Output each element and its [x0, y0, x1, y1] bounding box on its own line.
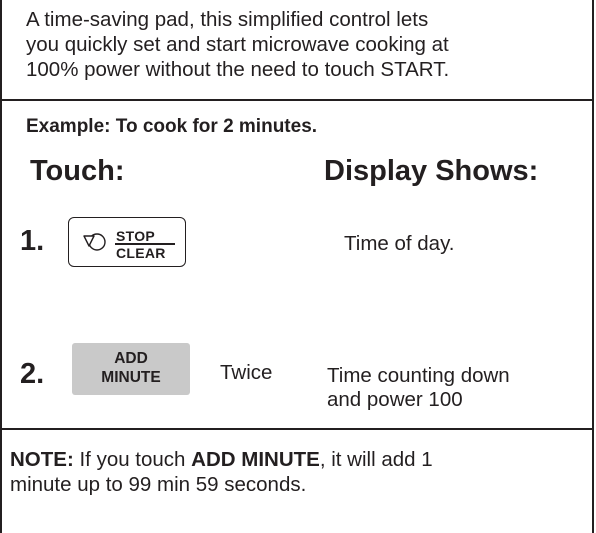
- note-paragraph: NOTE: If you touch ADD MINUTE, it will a…: [10, 447, 433, 497]
- divider-bottom: [0, 428, 594, 430]
- note-text: If you touch: [73, 448, 192, 471]
- stop-clear-icon: [83, 233, 106, 251]
- example-heading: Example: To cook for 2 minutes.: [26, 116, 318, 137]
- display-line: and power 100: [327, 388, 463, 411]
- intro-line: you quickly set and start microwave cook…: [26, 33, 449, 56]
- display-time-of-day: Time of day.: [344, 232, 455, 255]
- intro-line: A time-saving pad, this simplified contr…: [26, 8, 429, 31]
- add-minute-button[interactable]: ADD MINUTE: [72, 343, 190, 395]
- step-number: 2.: [20, 358, 45, 390]
- right-border: [592, 0, 594, 533]
- intro-paragraph: A time-saving pad, this simplified contr…: [26, 7, 586, 82]
- step-number: 1.: [20, 225, 45, 257]
- add-label: ADD: [114, 350, 148, 367]
- instruction-panel: A time-saving pad, this simplified contr…: [0, 0, 596, 533]
- display-countdown: Time counting down and power 100: [327, 364, 510, 412]
- note-label: NOTE:: [10, 448, 74, 471]
- divider-top: [0, 99, 594, 101]
- minute-label: MINUTE: [101, 369, 161, 386]
- note-text: , it will add 1: [319, 448, 433, 471]
- left-border: [0, 0, 2, 533]
- repeat-count: Twice: [220, 361, 273, 384]
- note-line-2: minute up to 99 min 59 seconds.: [10, 473, 307, 496]
- note-button-name: ADD MINUTE: [191, 448, 320, 471]
- stop-label: STOP: [116, 228, 156, 244]
- stop-clear-button[interactable]: STOP CLEAR: [68, 217, 186, 267]
- intro-line: 100% power without the need to touch STA…: [26, 58, 450, 81]
- display-line: Time counting down: [327, 364, 510, 387]
- clear-label: CLEAR: [116, 245, 166, 261]
- display-column-header: Display Shows:: [324, 155, 539, 187]
- note-line-1: NOTE: If you touch ADD MINUTE, it will a…: [10, 447, 433, 472]
- touch-column-header: Touch:: [30, 155, 125, 187]
